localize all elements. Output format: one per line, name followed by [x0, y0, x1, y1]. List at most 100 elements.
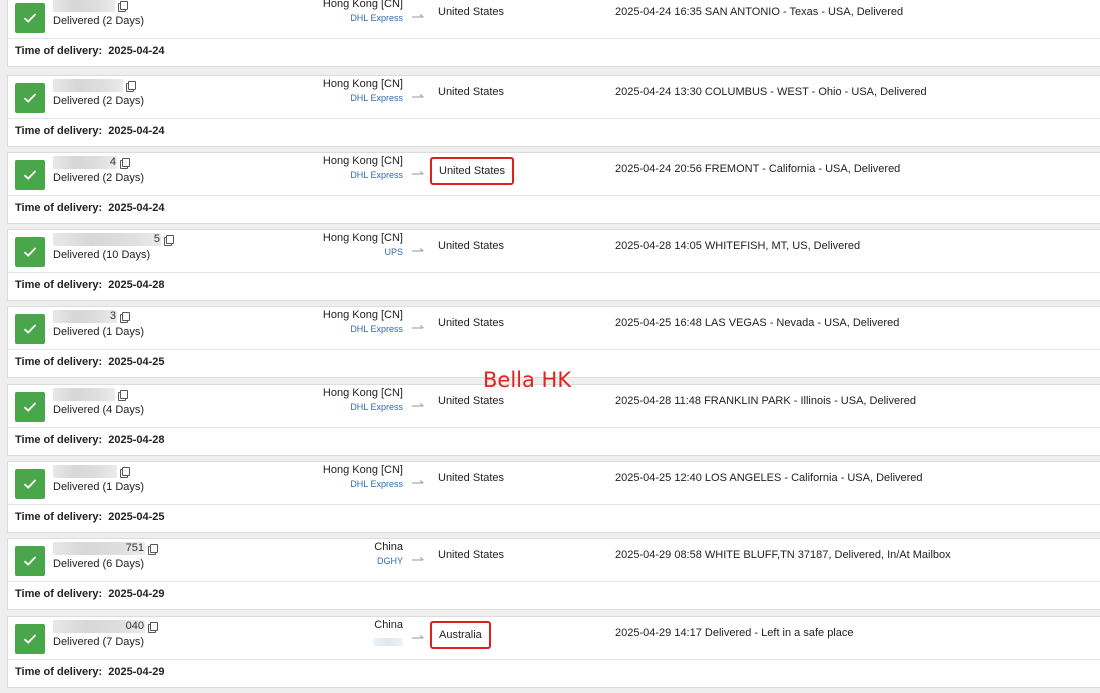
delivered-check-icon [15, 392, 45, 422]
tracking-number[interactable]: 040 [53, 620, 145, 633]
delivery-date: 2025-04-24 [108, 45, 165, 57]
latest-event: 2025-04-29 08:58 WHITE BLUFF,TN 37187, D… [615, 549, 951, 561]
delivered-check-icon [15, 3, 45, 33]
destination-country: United States [438, 86, 505, 98]
delivery-time-label: Time of delivery: [15, 279, 103, 291]
origin-country: China [374, 541, 403, 553]
carrier-link[interactable]: DHL Express [350, 170, 403, 180]
latest-event: 2025-04-28 14:05 WHITEFISH, MT, US, Deli… [615, 240, 861, 252]
tracking-number[interactable] [53, 0, 115, 12]
delivery-time: Time of delivery: 2025-04-29 [15, 588, 165, 600]
route-arrow-icon [412, 635, 424, 639]
tracking-number[interactable]: 3 [53, 310, 117, 323]
copy-icon[interactable] [148, 622, 158, 633]
origin-country: Hong Kong [CN] [322, 387, 403, 399]
shipment-card[interactable]: Delivered (2 Days) Hong Kong [CN] DHL Ex… [7, 0, 1100, 67]
delivery-time: Time of delivery: 2025-04-24 [15, 202, 165, 214]
delivered-check-icon [15, 314, 45, 344]
shipment-summary: Delivered (2 Days) Hong Kong [CN] DHL Ex… [8, 76, 1100, 119]
tracking-number[interactable]: 4 [53, 156, 117, 169]
destination-country: United States [430, 157, 515, 185]
carrier-link[interactable]: DHL Express [350, 402, 403, 412]
tracking-number[interactable]: 5 [53, 233, 161, 246]
delivered-check-icon [15, 160, 45, 190]
delivery-time-label: Time of delivery: [15, 356, 103, 368]
copy-icon[interactable] [118, 390, 128, 401]
origin-country: Hong Kong [CN] [322, 232, 403, 244]
delivery-status: Delivered (1 Days) [53, 326, 145, 338]
origin-country: Hong Kong [CN] [322, 464, 403, 476]
delivery-time-label: Time of delivery: [15, 511, 103, 523]
delivery-status: Delivered (2 Days) [53, 15, 145, 27]
route-arrow-icon [412, 557, 424, 561]
delivery-date: 2025-04-24 [108, 202, 165, 214]
shipment-card[interactable]: Delivered (4 Days) Hong Kong [CN] DHL Ex… [7, 384, 1100, 456]
carrier-link[interactable]: DHL Express [350, 324, 403, 334]
delivery-time: Time of delivery: 2025-04-24 [15, 125, 165, 137]
route-arrow-icon [412, 94, 424, 98]
delivery-status: Delivered (2 Days) [53, 172, 145, 184]
shipment-summary: 4 Delivered (2 Days) Hong Kong [CN] DHL … [8, 153, 1100, 196]
route-arrow-icon [412, 248, 424, 252]
shipment-card[interactable]: 040 Delivered (7 Days) China Australia 2… [7, 616, 1100, 688]
shipment-summary: Delivered (2 Days) Hong Kong [CN] DHL Ex… [8, 0, 1100, 39]
latest-event: 2025-04-25 12:40 LOS ANGELES - Californi… [615, 472, 923, 484]
shipment-list: Delivered (2 Days) Hong Kong [CN] DHL Ex… [0, 0, 1100, 693]
shipment-card[interactable]: Delivered (1 Days) Hong Kong [CN] DHL Ex… [7, 461, 1100, 533]
delivery-date: 2025-04-28 [108, 279, 165, 291]
carrier-link[interactable]: DGHY [377, 556, 403, 566]
delivery-time-label: Time of delivery: [15, 588, 103, 600]
copy-icon[interactable] [120, 158, 130, 169]
copy-icon[interactable] [120, 312, 130, 323]
delivery-time-label: Time of delivery: [15, 202, 103, 214]
delivery-date: 2025-04-25 [108, 356, 165, 368]
delivery-date: 2025-04-29 [108, 588, 165, 600]
delivered-check-icon [15, 624, 45, 654]
latest-event: 2025-04-24 20:56 FREMONT - California - … [615, 163, 901, 175]
delivery-status: Delivered (2 Days) [53, 95, 145, 107]
carrier-link[interactable]: DHL Express [350, 13, 403, 23]
carrier-link[interactable]: DHL Express [350, 479, 403, 489]
carrier-redacted [373, 638, 403, 646]
copy-icon[interactable] [164, 235, 174, 246]
shipment-summary: 3 Delivered (1 Days) Hong Kong [CN] DHL … [8, 307, 1100, 350]
delivery-status: Delivered (10 Days) [53, 249, 151, 261]
delivery-status: Delivered (1 Days) [53, 481, 145, 493]
delivered-check-icon [15, 469, 45, 499]
latest-event: 2025-04-29 14:17 Delivered - Left in a s… [615, 627, 854, 639]
shipment-card[interactable]: 5 Delivered (10 Days) Hong Kong [CN] UPS… [7, 229, 1100, 301]
carrier-link[interactable]: UPS [384, 247, 403, 257]
delivery-time: Time of delivery: 2025-04-28 [15, 434, 165, 446]
delivery-date: 2025-04-24 [108, 125, 165, 137]
tracking-number[interactable] [53, 465, 117, 478]
delivery-time-label: Time of delivery: [15, 125, 103, 137]
shipment-card[interactable]: 4 Delivered (2 Days) Hong Kong [CN] DHL … [7, 152, 1100, 224]
latest-event: 2025-04-25 16:48 LAS VEGAS - Nevada - US… [615, 317, 900, 329]
tracking-number[interactable]: 751 [53, 542, 145, 555]
destination-country: United States [438, 6, 505, 18]
origin-country: Hong Kong [CN] [322, 309, 403, 321]
delivery-time: Time of delivery: 2025-04-24 [15, 45, 165, 57]
destination-country: United States [438, 317, 505, 329]
shipment-card[interactable]: 751 Delivered (6 Days) China DGHY United… [7, 538, 1100, 610]
route-arrow-icon [412, 14, 424, 18]
delivery-time: Time of delivery: 2025-04-25 [15, 511, 165, 523]
copy-icon[interactable] [118, 1, 128, 12]
delivery-status: Delivered (6 Days) [53, 558, 145, 570]
latest-event: 2025-04-24 13:30 COLUMBUS - WEST - Ohio … [615, 86, 927, 98]
carrier-link[interactable]: DHL Express [350, 93, 403, 103]
tracking-number[interactable] [53, 79, 123, 92]
copy-icon[interactable] [126, 81, 136, 92]
delivery-date: 2025-04-28 [108, 434, 165, 446]
route-arrow-icon [412, 325, 424, 329]
copy-icon[interactable] [148, 544, 158, 555]
destination-country: Australia [430, 621, 491, 649]
copy-icon[interactable] [120, 467, 130, 478]
shipment-summary: 5 Delivered (10 Days) Hong Kong [CN] UPS… [8, 230, 1100, 273]
delivery-time: Time of delivery: 2025-04-25 [15, 356, 165, 368]
origin-country: China [374, 619, 403, 631]
shipment-card[interactable]: Delivered (2 Days) Hong Kong [CN] DHL Ex… [7, 75, 1100, 147]
delivery-time-label: Time of delivery: [15, 45, 103, 57]
delivery-time: Time of delivery: 2025-04-29 [15, 666, 165, 678]
tracking-number[interactable] [53, 388, 115, 401]
